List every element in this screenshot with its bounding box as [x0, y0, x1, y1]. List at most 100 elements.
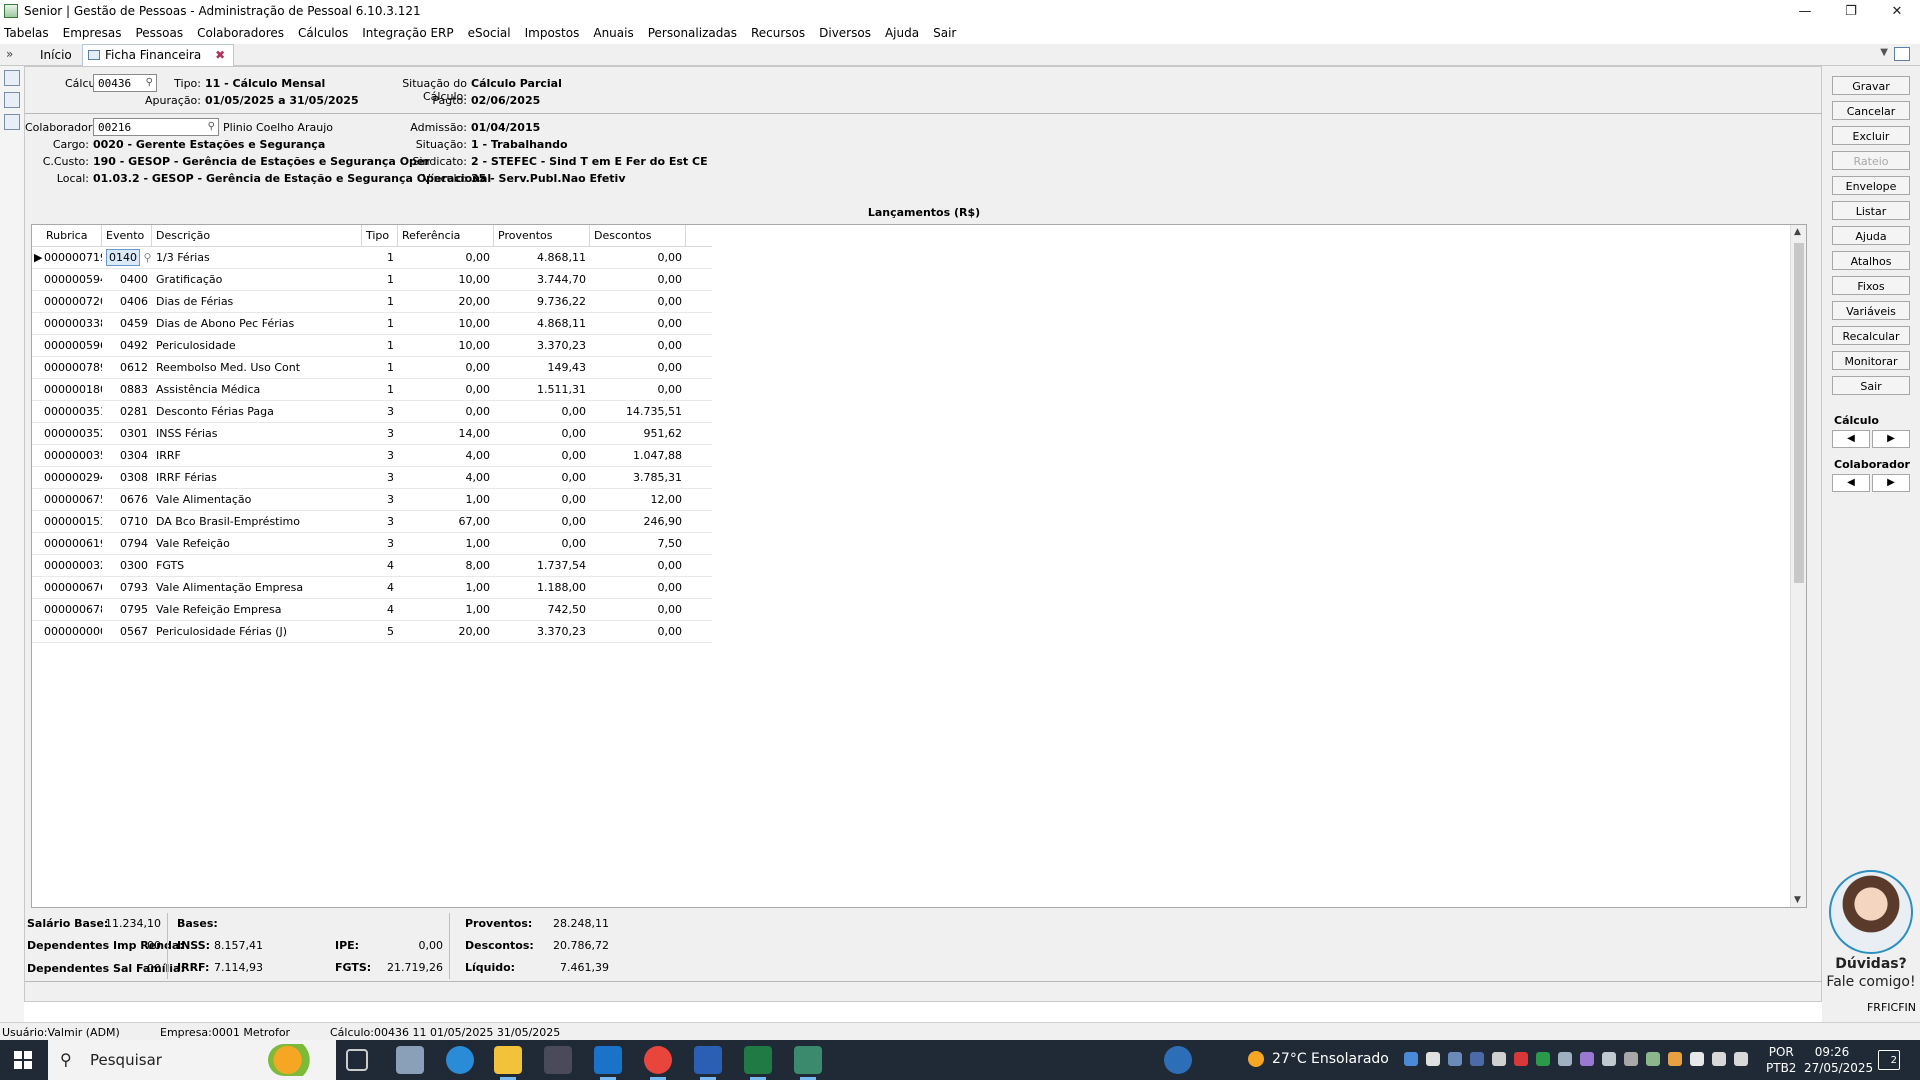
cell-evento[interactable]: 0883 [102, 379, 152, 401]
cell-descricao[interactable]: Periculosidade [152, 335, 362, 357]
cell-rubrica[interactable]: 000000719 [44, 247, 102, 269]
envelope-button[interactable]: Envelope [1832, 176, 1910, 195]
cell-descricao[interactable]: Dias de Abono Pec Férias [152, 313, 362, 335]
minimize-icon[interactable]: — [1782, 0, 1828, 22]
cell-evento[interactable]: 0400 [102, 269, 152, 291]
cell-referencia[interactable]: 0,00 [398, 401, 494, 423]
tray-icon-2[interactable] [1426, 1052, 1440, 1066]
cell-tipo[interactable]: 4 [362, 555, 398, 577]
scroll-down-icon[interactable]: ▼ [1794, 895, 1801, 905]
rateio-button[interactable]: Rateio [1832, 151, 1910, 170]
cell-proventos[interactable]: 0,00 [494, 533, 590, 555]
cell-descontos[interactable]: 1.047,88 [590, 445, 686, 467]
cell-rubrica[interactable]: 000000000 [44, 621, 102, 643]
chrome-icon[interactable] [644, 1046, 672, 1080]
cell-descricao[interactable]: Periculosidade Férias (J) [152, 621, 362, 643]
cell-tipo[interactable]: 1 [362, 247, 398, 269]
scroll-thumb[interactable] [1794, 243, 1804, 583]
cell-descricao[interactable]: Vale Alimentação Empresa [152, 577, 362, 599]
cell-tipo[interactable]: 1 [362, 269, 398, 291]
cell-tipo[interactable]: 1 [362, 357, 398, 379]
cell-descontos[interactable]: 0,00 [590, 577, 686, 599]
atalhos-button[interactable]: Atalhos [1832, 251, 1910, 270]
cell-descontos[interactable]: 0,00 [590, 555, 686, 577]
header-referencia[interactable]: Referência [398, 225, 494, 247]
menu-sair[interactable]: Sair [933, 26, 956, 40]
cell-tipo[interactable]: 3 [362, 445, 398, 467]
help-icon[interactable] [1164, 1046, 1192, 1074]
language-indicator[interactable]: POR PTB2 [1766, 1044, 1796, 1076]
cell-rubrica[interactable]: 000000676 [44, 577, 102, 599]
cell-referencia[interactable]: 10,00 [398, 335, 494, 357]
table-row[interactable]: 000000596 0492 Periculosidade 1 10,00 3.370,2… [32, 335, 712, 357]
cell-rubrica[interactable]: 000000678 [44, 599, 102, 621]
cell-proventos[interactable]: 1.511,31 [494, 379, 590, 401]
cell-evento[interactable]: 0793 [102, 577, 152, 599]
cell-descontos[interactable]: 0,00 [590, 269, 686, 291]
grid-scrollbar[interactable]: ▲ ▼ [1790, 225, 1806, 907]
tab-close-icon[interactable]: ✖ [215, 48, 225, 62]
cell-descricao[interactable]: 1/3 Férias [152, 247, 362, 269]
cell-proventos[interactable]: 0,00 [494, 489, 590, 511]
cell-evento[interactable]: 0492 [102, 335, 152, 357]
cell-tipo[interactable]: 4 [362, 599, 398, 621]
cell-proventos[interactable]: 0,00 [494, 467, 590, 489]
tray-icon-9[interactable] [1580, 1052, 1594, 1066]
taskbar-search[interactable]: ⚲ Pesquisar [48, 1040, 336, 1080]
cell-evento[interactable]: 0300 [102, 555, 152, 577]
table-row[interactable]: 000000035 0304 IRRF 3 4,00 0,00 1.047,88 [32, 445, 712, 467]
menu-anuais[interactable]: Anuais [593, 26, 633, 40]
cell-evento[interactable]: 0612 [102, 357, 152, 379]
cell-descricao[interactable]: Vale Alimentação [152, 489, 362, 511]
cell-descontos[interactable]: 12,00 [590, 489, 686, 511]
colaborador-input[interactable]: 00216 ⚲ [93, 118, 219, 136]
cell-descontos[interactable]: 14.735,51 [590, 401, 686, 423]
table-row[interactable]: 000000678 0795 Vale Refeição Empresa 4 1,00 7… [32, 599, 712, 621]
close-icon[interactable]: ✕ [1874, 0, 1920, 22]
cell-descontos[interactable]: 7,50 [590, 533, 686, 555]
table-row[interactable]: 000000351 0281 Desconto Férias Paga 3 0,00 0,… [32, 401, 712, 423]
cell-descontos[interactable]: 0,00 [590, 357, 686, 379]
cell-evento[interactable]: 0676 [102, 489, 152, 511]
variaveis-button[interactable]: Variáveis [1832, 301, 1910, 320]
cell-descontos[interactable]: 0,00 [590, 291, 686, 313]
menu-impostos[interactable]: Impostos [525, 26, 580, 40]
wrench-icon[interactable] [4, 70, 20, 86]
header-tipo[interactable]: Tipo [362, 225, 398, 247]
store-icon[interactable] [544, 1046, 572, 1074]
cell-rubrica[interactable]: 000000720 [44, 291, 102, 313]
cell-proventos[interactable]: 3.370,23 [494, 621, 590, 643]
fixos-button[interactable]: Fixos [1832, 276, 1910, 295]
cell-proventos[interactable]: 0,00 [494, 511, 590, 533]
cell-tipo[interactable]: 1 [362, 313, 398, 335]
cell-referencia[interactable]: 14,00 [398, 423, 494, 445]
cell-evento[interactable]: 0794 [102, 533, 152, 555]
cell-tipo[interactable]: 4 [362, 577, 398, 599]
cell-descricao[interactable]: IRRF Férias [152, 467, 362, 489]
cell-proventos[interactable]: 3.370,23 [494, 335, 590, 357]
cell-rubrica[interactable]: 000000352 [44, 423, 102, 445]
cell-tipo[interactable]: 1 [362, 335, 398, 357]
cell-descontos[interactable]: 0,00 [590, 313, 686, 335]
table-row[interactable]: 000000032 0300 FGTS 4 8,00 1.737,54 0,00 [32, 555, 712, 577]
table-row[interactable]: 000000619 0794 Vale Refeição 3 1,00 0,00 7,50 [32, 533, 712, 555]
cell-descontos[interactable]: 0,00 [590, 247, 686, 269]
tab-inicio[interactable]: Início [40, 48, 72, 62]
outlook-icon[interactable] [594, 1046, 622, 1080]
cell-rubrica[interactable]: 000000180 [44, 379, 102, 401]
cell-proventos[interactable]: 1.737,54 [494, 555, 590, 577]
clock[interactable]: 09:26 27/05/2025 [1804, 1044, 1873, 1076]
table-row[interactable]: 000000594 0400 Gratificação 1 10,00 3.744,70 0… [32, 269, 712, 291]
header-descontos[interactable]: Descontos [590, 225, 686, 247]
cell-tipo[interactable]: 3 [362, 489, 398, 511]
cell-proventos[interactable]: 4.868,11 [494, 247, 590, 269]
tray-icon-1[interactable] [1404, 1052, 1418, 1066]
cell-tipo[interactable]: 3 [362, 467, 398, 489]
cell-rubrica[interactable]: 000000153 [44, 511, 102, 533]
window-layout-icon[interactable] [1894, 47, 1910, 61]
calculo-next-button[interactable]: ▶ [1872, 430, 1910, 448]
cell-referencia[interactable]: 20,00 [398, 621, 494, 643]
cell-proventos[interactable]: 149,43 [494, 357, 590, 379]
scroll-up-icon[interactable]: ▲ [1794, 227, 1801, 237]
senior-app-icon[interactable] [794, 1046, 822, 1080]
